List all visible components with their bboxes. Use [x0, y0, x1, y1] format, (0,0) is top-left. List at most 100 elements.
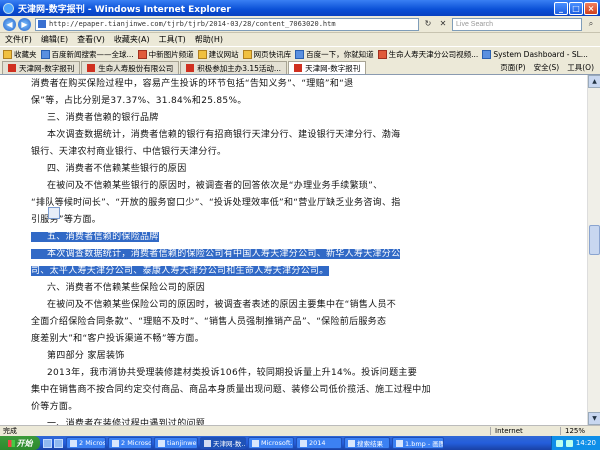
article-line: 集中在销售商不按合同约定交付商品、商品本身质量出现问题、装修公司低价揽活、施工过…: [31, 385, 431, 395]
quick-launch-icon[interactable]: [43, 438, 52, 448]
windows-logo-icon: [7, 439, 15, 447]
page-icon: [38, 20, 46, 28]
command-bar: 页面(P) 安全(S) 工具(O): [500, 61, 600, 74]
ie-icon: [3, 2, 14, 14]
search-icon[interactable]: ⌕: [585, 18, 597, 30]
section-heading: 一、消费者在装修过程中遇到过的问题: [47, 419, 206, 425]
quick-launch-icon[interactable]: [54, 438, 63, 448]
tab-row: 天津网-数字报刊 生命人寿股份有限公司 积极参加主办3.15活动... 天津网-…: [0, 61, 600, 75]
start-button[interactable]: 开始: [0, 436, 40, 450]
page-icon: [8, 64, 16, 72]
favorite-link[interactable]: 生命人寿天津分公司视频...: [377, 49, 478, 60]
address-bar[interactable]: http://epaper.tianjinwe.com/tjrb/tjrb/20…: [35, 17, 419, 31]
section-heading: 三、消费者信赖的银行品牌: [47, 113, 159, 123]
cursor-icon: [48, 207, 60, 219]
taskbar-button[interactable]: 搜索结果: [344, 437, 390, 449]
page-menu[interactable]: 页面(P): [500, 62, 525, 73]
favorite-link[interactable]: System Dashboard - SL...: [482, 49, 588, 59]
zoom-level[interactable]: 125%: [560, 427, 600, 435]
network-icon[interactable]: [555, 439, 563, 447]
page-content: 消费者在购买保险过程中，容易产生投诉的环节包括“告知义务”、“理赔”和“退 保”…: [0, 75, 600, 425]
menu-file[interactable]: 文件(F): [5, 34, 32, 45]
favorite-link[interactable]: 中新图片频道: [137, 49, 194, 60]
tab-epaper-active[interactable]: 天津网-数字报刊: [288, 61, 367, 74]
app-icon: [252, 439, 259, 447]
article-line: 在被问及不信赖某些保险公司的原因时，被调查者表述的原因主要集中在“销售人员不: [47, 300, 397, 310]
scroll-up-icon[interactable]: ▲: [588, 75, 600, 88]
favorite-link[interactable]: 建议网站: [197, 49, 239, 60]
section-heading: 四、消费者不信赖某些银行的原因: [47, 164, 187, 174]
highlighted-line: 五、消费者信赖的保险品牌: [31, 229, 384, 246]
taskbar-button[interactable]: 1.bmp - 画图: [392, 437, 444, 449]
page-icon: [186, 64, 195, 72]
app-icon: [70, 439, 77, 447]
close-button[interactable]: ×: [584, 1, 598, 15]
favorites-bar: 收藏夹 百度新闻搜索——全球... 中新图片频道 建议网站 网页快讯库 百度一下…: [0, 46, 600, 61]
taskbar-button[interactable]: tianjinwe...: [154, 437, 198, 449]
page-icon: [295, 49, 305, 59]
taskbar-button[interactable]: 2014: [296, 437, 342, 449]
favorite-link[interactable]: 网页快讯库: [242, 49, 291, 60]
scroll-down-icon[interactable]: ▼: [588, 412, 600, 425]
article-line: 本次调查数据统计，消费者信赖的保险公司有中国人寿天津分公司、新华人寿天津分公: [31, 249, 401, 259]
menu-tools[interactable]: 工具(T): [159, 34, 186, 45]
tab-sino-life[interactable]: 生命人寿股份有限公司: [81, 61, 180, 74]
article-line: 度差别大”和“客户投诉渠道不畅”等方面。: [31, 334, 204, 344]
page-icon: [137, 49, 147, 59]
section-heading: 六、消费者不信赖某些保险公司的原因: [47, 283, 206, 293]
taskbar-button[interactable]: 天津网-数...: [200, 437, 246, 449]
menu-view[interactable]: 查看(V): [77, 34, 105, 45]
highlighted-line: 司、太平人寿天津分公司、泰康人寿天津分公司和生命人寿天津分公司。: [31, 263, 384, 280]
volume-icon[interactable]: [565, 439, 573, 447]
menu-help[interactable]: 帮助(H): [195, 34, 223, 45]
search-input[interactable]: Live Search: [452, 17, 582, 31]
page-icon: [294, 64, 303, 72]
taskbar-button[interactable]: 2 Microso...: [108, 437, 152, 449]
article-line: 司、太平人寿天津分公司、泰康人寿天津分公司和生命人寿天津分公司。: [31, 266, 329, 276]
forward-button[interactable]: ▶: [18, 17, 31, 31]
page-icon: [242, 49, 252, 59]
safety-menu[interactable]: 安全(S): [534, 62, 560, 73]
search-icon: [348, 439, 355, 447]
app-icon: [204, 439, 211, 447]
maximize-button[interactable]: □: [569, 1, 583, 15]
page-icon: [482, 49, 492, 59]
highlighted-line: 本次调查数据统计，消费者信赖的保险公司有中国人寿天津分公司、新华人寿天津分公: [31, 246, 401, 263]
tools-menu[interactable]: 工具(O): [567, 62, 594, 73]
menu-edit[interactable]: 编辑(E): [41, 34, 68, 45]
menu-favorites[interactable]: 收藏夹(A): [114, 34, 150, 45]
app-icon: [158, 439, 165, 447]
favorites-button[interactable]: 收藏夹: [3, 49, 37, 60]
vertical-scrollbar[interactable]: ▲ ▼: [587, 75, 600, 425]
tab-315-activity[interactable]: 积极参加主办3.15活动...: [180, 61, 288, 74]
refresh-icon[interactable]: ↻: [422, 18, 434, 30]
page-icon: [87, 64, 96, 72]
tab-epaper-1[interactable]: 天津网-数字报刊: [2, 61, 81, 74]
address-row: ◀ ▶ http://epaper.tianjinwe.com/tjrb/tjr…: [0, 16, 600, 33]
article-line: 价等方面。: [31, 402, 78, 412]
page-icon: [197, 49, 207, 59]
clock[interactable]: 14:20: [576, 439, 596, 447]
security-zone: Internet: [490, 427, 560, 435]
article-line: 保”等，占比分别是37.37%、31.84%和25.85%。: [31, 96, 247, 106]
folder-icon: [300, 439, 307, 447]
stop-icon[interactable]: ✕: [437, 18, 449, 30]
favorite-link[interactable]: 百度新闻搜索——全球...: [40, 49, 134, 60]
article-line: 2013年，我市消协共受理装修建材类投诉106件，较同期投诉量上升14%。投诉问…: [47, 368, 417, 378]
taskbar-button[interactable]: 2 Micros...: [66, 437, 106, 449]
scroll-thumb[interactable]: [589, 225, 600, 255]
page-icon: [40, 49, 50, 59]
back-button[interactable]: ◀: [3, 17, 16, 31]
article-line: 在被问及不信赖某些银行的原因时，被调查者的回答依次是“办理业务手续繁琐”、: [47, 181, 383, 191]
address-url: http://epaper.tianjinwe.com/tjrb/tjrb/20…: [49, 20, 336, 28]
star-icon: [3, 49, 12, 59]
favorite-link[interactable]: 百度一下，你就知道: [295, 49, 374, 60]
window-title: 天津网-数字报刊 - Windows Internet Explorer: [18, 4, 231, 15]
section-heading: 第四部分 家居装饰: [47, 351, 125, 361]
taskbar-button[interactable]: Microsoft...: [248, 437, 294, 449]
section-heading: 五、消费者信赖的保险品牌: [31, 232, 159, 242]
window-controls: _ □ ×: [554, 1, 598, 15]
status-text: 完成: [3, 427, 17, 435]
article-line: “排队等候时间长”、“开放的服务窗口少”、“投诉处理效率低”和“营业厅缺乏业务咨…: [31, 198, 401, 208]
minimize-button[interactable]: _: [554, 1, 568, 15]
